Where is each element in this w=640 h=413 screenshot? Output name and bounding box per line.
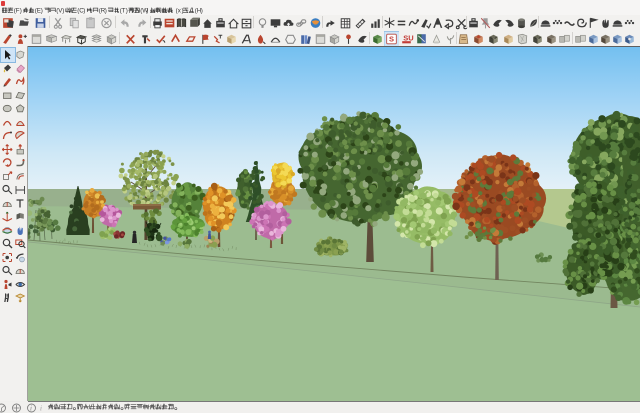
svg-text:): ) <box>62 8 64 15</box>
svg-text:): ) <box>126 8 128 15</box>
svg-text:S: S <box>388 35 393 44</box>
svg-text:): ) <box>146 8 148 15</box>
svg-text:): ) <box>105 8 107 15</box>
svg-text:): ) <box>201 8 203 15</box>
svg-text:): ) <box>182 8 184 15</box>
svg-text:): ) <box>20 8 22 15</box>
svg-text:i: i <box>30 405 32 413</box>
svg-text:): ) <box>41 8 43 15</box>
svg-text:): ) <box>83 8 85 15</box>
svg-text:i: i <box>40 405 42 413</box>
